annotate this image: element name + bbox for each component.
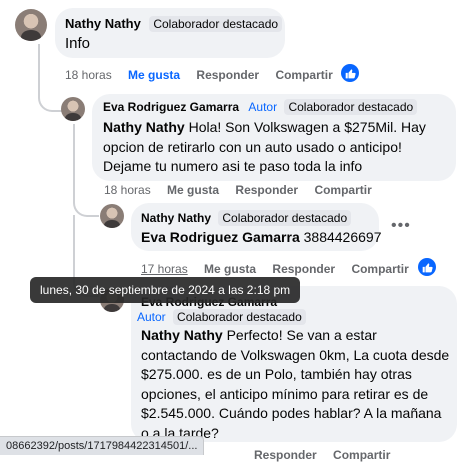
comment-header: Nathy Nathy Colaborador destacado [141,210,352,226]
mention-link[interactable]: Nathy Nathy [103,119,185,135]
comment-actions: 17 horas Me gusta Responder Compartir [141,262,422,276]
like-reaction-icon[interactable] [341,64,359,82]
top-contributor-badge: Colaborador destacado [173,309,306,325]
share-button[interactable]: Compartir [333,448,390,462]
comment-author[interactable]: Nathy Nathy [141,211,211,225]
comment-time[interactable]: 18 horas [104,183,151,197]
top-contributor-badge: Colaborador destacado [149,16,283,32]
author-tag: Autor [248,100,278,114]
reply-button[interactable]: Responder [254,448,317,462]
mention-link[interactable]: Eva Rodriguez Gamarra [141,229,300,245]
comment-actions: 18 horas Me gusta Responder Compartir [65,68,346,82]
thread-line-1 [38,44,62,112]
share-button[interactable]: Compartir [351,262,408,276]
comment-author[interactable]: Nathy Nathy [65,16,141,31]
comment-text: Nathy Nathy Perfecto! Se van a estar con… [141,327,450,441]
top-contributor-badge: Colaborador destacado [284,99,418,115]
like-button[interactable]: Me gusta [128,68,180,82]
reply-button[interactable]: Responder [272,262,335,276]
link-status-bar: 08662392/posts/1717984422314501/... [0,436,205,455]
avatar[interactable] [61,97,85,121]
comment-time[interactable]: 17 horas [141,262,188,276]
like-button[interactable]: Me gusta [167,183,219,197]
comment-time[interactable]: 18 horas [65,68,112,82]
like-button[interactable]: Me gusta [204,262,256,276]
share-button[interactable]: Compartir [314,183,371,197]
comment-tags: Autor Colaborador destacado [131,309,306,325]
comment-actions: 18 horas Me gusta Responder Compartir [104,183,385,197]
comment-text: Nathy Nathy Hola! Son Volkswagen a $275M… [103,119,426,174]
comment-header: Nathy Nathy Colaborador destacado [65,15,283,33]
reply-button[interactable]: Responder [235,183,298,197]
share-button[interactable]: Compartir [275,68,332,82]
reply-button[interactable]: Responder [196,68,259,82]
comment-actions: Responder Compartir [254,448,403,462]
timestamp-tooltip: lunes, 30 de septiembre de 2024 a las 2:… [30,277,301,303]
comment-header: Eva Rodriguez Gamarra Autor Colaborador … [103,99,418,115]
mention-link[interactable]: Nathy Nathy [141,327,223,343]
more-options-icon[interactable]: ••• [391,217,411,235]
author-tag: Autor [137,310,166,324]
comment-text: Eva Rodriguez Gamarra 3884426697 [141,229,382,245]
avatar[interactable] [15,9,47,41]
comment-author[interactable]: Eva Rodriguez Gamarra [103,100,239,114]
comment-text: Info [65,35,91,52]
avatar[interactable] [100,204,124,228]
like-reaction-icon[interactable] [418,258,436,276]
top-contributor-badge: Colaborador destacado [218,210,352,226]
